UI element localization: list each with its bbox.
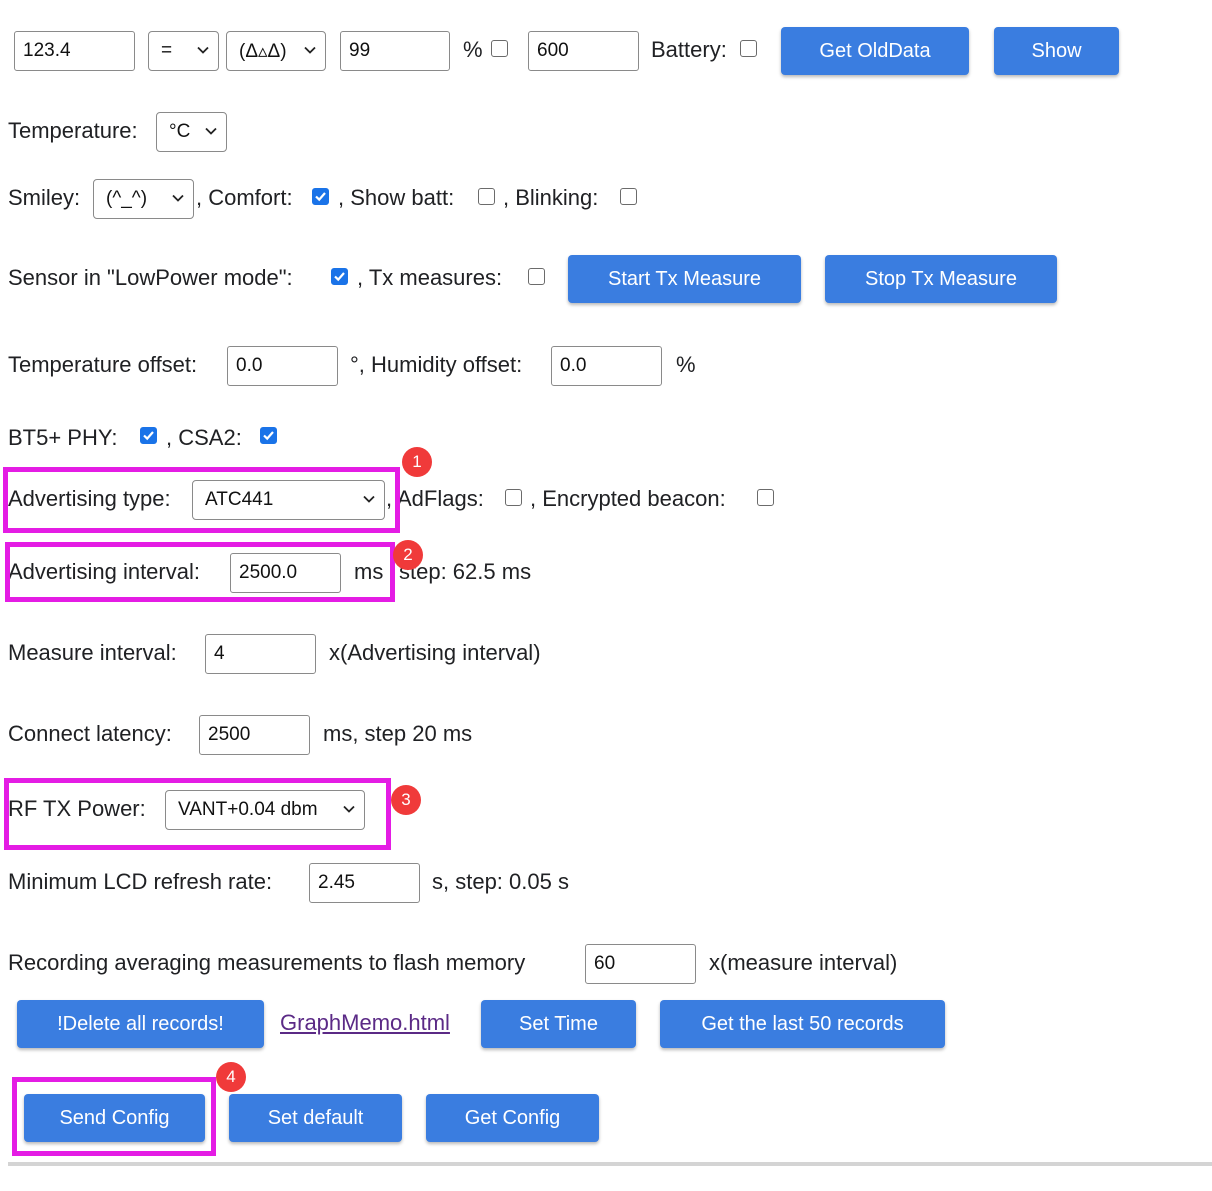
start-tx-measure-button[interactable]: Start Tx Measure xyxy=(568,255,801,303)
operator-select-value: = xyxy=(161,40,173,61)
chevron-down-icon xyxy=(343,805,355,813)
humidity-percent-label: % xyxy=(676,352,696,377)
recording-suffix: x(measure interval) xyxy=(709,950,898,975)
annotation-badge-2: 2 xyxy=(393,540,423,570)
set-default-button[interactable]: Set default xyxy=(229,1094,402,1142)
lcd-refresh-suffix: s, step: 0.05 s xyxy=(432,869,569,894)
humidity-offset-input[interactable] xyxy=(551,346,662,386)
operator-select[interactable]: = xyxy=(148,31,219,71)
smiley-select-value: (^_^) xyxy=(106,188,148,209)
encrypted-beacon-checkbox[interactable] xyxy=(757,489,774,506)
set-time-button[interactable]: Set Time xyxy=(481,1000,636,1048)
lcd-refresh-label: Minimum LCD refresh rate: xyxy=(8,869,273,894)
annotation-badge-1: 1 xyxy=(402,447,432,477)
comfort-checkbox[interactable] xyxy=(312,188,329,205)
check-icon xyxy=(315,192,326,202)
lcd-refresh-input[interactable] xyxy=(309,863,420,903)
get-olddata-button[interactable]: Get OldData xyxy=(781,27,969,75)
rf-tx-power-select[interactable]: VANT+0.04 dbm xyxy=(165,790,365,830)
chevron-down-icon xyxy=(205,127,217,135)
encrypted-beacon-label: , Encrypted beacon: xyxy=(530,486,726,511)
chevron-down-icon xyxy=(304,46,316,54)
annotation-badge-4: 4 xyxy=(216,1062,246,1092)
blinking-checkbox[interactable] xyxy=(620,188,637,205)
chevron-down-icon xyxy=(197,46,209,54)
measure-interval-label: Measure interval: xyxy=(8,640,177,665)
blinking-label: , Blinking: xyxy=(503,185,599,210)
check-icon xyxy=(143,431,154,441)
face-select-value: (Δ▵Δ) xyxy=(239,40,287,62)
temperature-offset-input[interactable] xyxy=(227,346,338,386)
bt5-phy-checkbox[interactable] xyxy=(140,427,157,444)
lowpower-label: Sensor in "LowPower mode": xyxy=(8,265,293,290)
rf-tx-power-label: RF TX Power: xyxy=(8,796,146,821)
connect-latency-suffix: ms, step 20 ms xyxy=(323,721,473,746)
csa2-label: , CSA2: xyxy=(166,425,242,450)
advertising-type-label: Advertising type: xyxy=(8,486,171,511)
percent-label: % xyxy=(463,37,483,62)
advertising-interval-input[interactable] xyxy=(230,553,341,593)
bt5-phy-label: BT5+ PHY: xyxy=(8,425,118,450)
recording-label: Recording averaging measurements to flas… xyxy=(8,950,526,975)
temperature-label: Temperature: xyxy=(8,118,138,143)
percent-checkbox[interactable] xyxy=(491,40,508,57)
chevron-down-icon xyxy=(172,194,184,202)
temperature-unit-select[interactable]: °C xyxy=(156,112,227,152)
tx-measures-label: , Tx measures: xyxy=(357,265,503,290)
smiley-label: Smiley: xyxy=(8,185,81,210)
comfort-label: , Comfort: xyxy=(196,185,293,210)
stop-tx-measure-button[interactable]: Stop Tx Measure xyxy=(825,255,1057,303)
measure-interval-suffix: x(Advertising interval) xyxy=(329,640,541,665)
chevron-down-icon xyxy=(363,495,375,503)
battery-label: Battery: xyxy=(651,37,727,62)
rf-tx-power-value: VANT+0.04 dbm xyxy=(178,799,318,820)
check-icon xyxy=(263,431,274,441)
connect-latency-label: Connect latency: xyxy=(8,721,172,746)
tx-measures-checkbox[interactable] xyxy=(528,268,545,285)
get-last-50-records-button[interactable]: Get the last 50 records xyxy=(660,1000,945,1048)
check-icon xyxy=(334,272,345,282)
battery-checkbox[interactable] xyxy=(740,40,757,57)
advertising-interval-unit: ms xyxy=(354,559,384,584)
annotation-badge-3: 3 xyxy=(391,785,421,815)
adflags-checkbox[interactable] xyxy=(505,489,522,506)
temperature-unit-value: °C xyxy=(169,121,191,142)
recording-input[interactable] xyxy=(585,944,696,984)
lowpower-checkbox[interactable] xyxy=(331,268,348,285)
smiley-select[interactable]: (^_^) xyxy=(93,179,194,219)
advertising-interval-label: Advertising interval: xyxy=(8,559,200,584)
temperature-offset-label: Temperature offset: xyxy=(8,352,198,377)
count-input[interactable] xyxy=(528,31,639,71)
send-config-button[interactable]: Send Config xyxy=(24,1094,205,1142)
advertising-type-select[interactable]: ATC441 xyxy=(192,480,385,520)
value-input[interactable] xyxy=(14,31,135,71)
face-select[interactable]: (Δ▵Δ) xyxy=(226,31,326,71)
humidity-offset-label: °, Humidity offset: xyxy=(350,352,523,377)
get-config-button[interactable]: Get Config xyxy=(426,1094,599,1142)
csa2-checkbox[interactable] xyxy=(260,427,277,444)
delete-all-records-button[interactable]: !Delete all records! xyxy=(17,1000,264,1048)
measure-interval-input[interactable] xyxy=(205,634,316,674)
adflags-label: , AdFlags: xyxy=(386,486,484,511)
show-batt-checkbox[interactable] xyxy=(478,188,495,205)
show-button[interactable]: Show xyxy=(994,27,1119,75)
connect-latency-input[interactable] xyxy=(199,715,310,755)
percent-input[interactable] xyxy=(340,31,450,71)
bottom-divider xyxy=(8,1162,1212,1166)
graph-memo-link[interactable]: GraphMemo.html xyxy=(280,1010,450,1036)
show-batt-label: , Show batt: xyxy=(338,185,455,210)
advertising-type-value: ATC441 xyxy=(205,489,274,510)
